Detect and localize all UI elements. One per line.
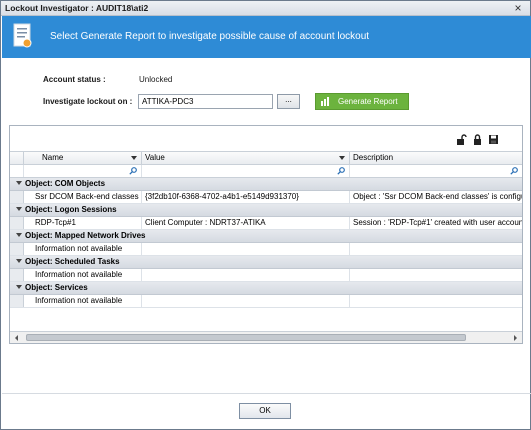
- investigate-lockout-label: Investigate lockout on :: [43, 97, 133, 106]
- filter-row-indicator: [10, 165, 24, 177]
- cell-name: RDP-Tcp#1: [24, 217, 142, 229]
- close-icon[interactable]: ×: [512, 2, 524, 14]
- row-indicator: [10, 269, 24, 281]
- group-row[interactable]: Object: Mapped Network Drives: [10, 230, 522, 243]
- table-row[interactable]: Information not available: [10, 269, 522, 282]
- cell-description: [350, 295, 522, 307]
- cell-value: [142, 269, 350, 281]
- scroll-right-icon[interactable]: [510, 333, 520, 343]
- cell-description: [350, 243, 522, 255]
- collapse-arrow-icon[interactable]: [16, 259, 22, 263]
- window-title: Lockout Investigator : AUDIT18\ati2: [5, 3, 149, 13]
- cell-value: [142, 295, 350, 307]
- cell-description: [350, 269, 522, 281]
- scroll-left-icon[interactable]: [12, 333, 22, 343]
- ok-button[interactable]: OK: [239, 403, 291, 419]
- browse-button[interactable]: ...: [277, 94, 300, 109]
- group-row[interactable]: Object: Logon Sessions: [10, 204, 522, 217]
- collapse-arrow-icon[interactable]: [16, 233, 22, 237]
- grid-toolbar: [10, 126, 522, 151]
- cell-description: Object : 'Ssr DCOM Back-end classes' is …: [353, 192, 522, 201]
- row-indicator: [10, 191, 24, 203]
- filter-description[interactable]: [350, 165, 522, 177]
- report-document-icon: [13, 23, 32, 48]
- column-header-name[interactable]: Name: [24, 152, 142, 165]
- group-row[interactable]: Object: Scheduled Tasks: [10, 256, 522, 269]
- collapse-arrow-icon[interactable]: [16, 207, 22, 211]
- results-grid: Name Value Description Object: COM Objec…: [9, 125, 523, 344]
- cell-value: {3f2db10f-6368-4702-a4b1-e5149d931370}: [142, 191, 350, 203]
- column-header-value[interactable]: Value: [142, 152, 350, 165]
- grid-header: Name Value Description: [10, 151, 522, 165]
- group-row[interactable]: Object: COM Objects: [10, 178, 522, 191]
- table-row[interactable]: Information not available: [10, 295, 522, 308]
- filter-row: [10, 165, 522, 178]
- row-indicator: [10, 295, 24, 307]
- header-banner: Select Generate Report to investigate po…: [2, 16, 531, 58]
- cell-name: Information not available: [24, 295, 142, 307]
- column-value-label: Value: [145, 153, 165, 162]
- column-name-label: Name: [42, 153, 64, 162]
- sort-dropdown-icon[interactable]: [339, 156, 345, 160]
- title-bar: Lockout Investigator : AUDIT18\ati2 ×: [1, 1, 530, 16]
- domain-controller-field[interactable]: ATTIKA-PDC3: [138, 94, 273, 109]
- cell-description: Session : 'RDP-Tcp#1' created with user …: [353, 218, 522, 227]
- group-title: Object: Services: [25, 283, 88, 292]
- group-title: Object: Scheduled Tasks: [25, 257, 120, 266]
- table-row[interactable]: Information not available: [10, 243, 522, 256]
- search-icon[interactable]: [510, 167, 518, 175]
- horizontal-scrollbar[interactable]: [10, 331, 522, 343]
- row-indicator-header: [10, 152, 24, 165]
- search-icon[interactable]: [129, 167, 137, 175]
- cell-name: Information not available: [24, 269, 142, 281]
- filter-value[interactable]: [142, 165, 350, 177]
- banner-instruction: Select Generate Report to investigate po…: [50, 31, 370, 42]
- table-row[interactable]: Ssr DCOM Back-end classes {3f2db10f-6368…: [10, 191, 522, 204]
- cell-name: Ssr DCOM Back-end classes: [24, 191, 142, 203]
- column-header-description[interactable]: Description: [350, 152, 522, 165]
- chart-icon: [321, 97, 329, 106]
- generate-report-button[interactable]: Generate Report: [315, 93, 409, 110]
- save-icon[interactable]: [488, 134, 499, 145]
- group-row[interactable]: Object: Services: [10, 282, 522, 295]
- group-title: Object: COM Objects: [25, 179, 106, 188]
- footer-divider: [2, 393, 531, 394]
- sort-dropdown-icon[interactable]: [131, 156, 137, 160]
- cell-value: Client Computer : NDRT37-ATIKA: [142, 217, 350, 229]
- account-status-label: Account status :: [43, 75, 106, 84]
- group-title: Object: Mapped Network Drives: [25, 231, 146, 240]
- row-indicator: [10, 243, 24, 255]
- lock-icon[interactable]: [472, 134, 483, 145]
- cell-name: Information not available: [24, 243, 142, 255]
- filter-name[interactable]: [24, 165, 142, 177]
- collapse-arrow-icon[interactable]: [16, 285, 22, 289]
- account-status-value: Unlocked: [139, 75, 173, 84]
- row-indicator: [10, 217, 24, 229]
- lockout-investigator-window: Lockout Investigator : AUDIT18\ati2 × Se…: [0, 0, 531, 430]
- search-icon[interactable]: [337, 167, 345, 175]
- collapse-arrow-icon[interactable]: [16, 181, 22, 185]
- unlock-icon[interactable]: [456, 134, 467, 145]
- group-title: Object: Logon Sessions: [25, 205, 117, 214]
- generate-report-label: Generate Report: [338, 97, 398, 106]
- cell-value: [142, 243, 350, 255]
- table-row[interactable]: RDP-Tcp#1 Client Computer : NDRT37-ATIKA…: [10, 217, 522, 230]
- scrollbar-thumb[interactable]: [26, 334, 466, 341]
- column-description-label: Description: [353, 153, 394, 162]
